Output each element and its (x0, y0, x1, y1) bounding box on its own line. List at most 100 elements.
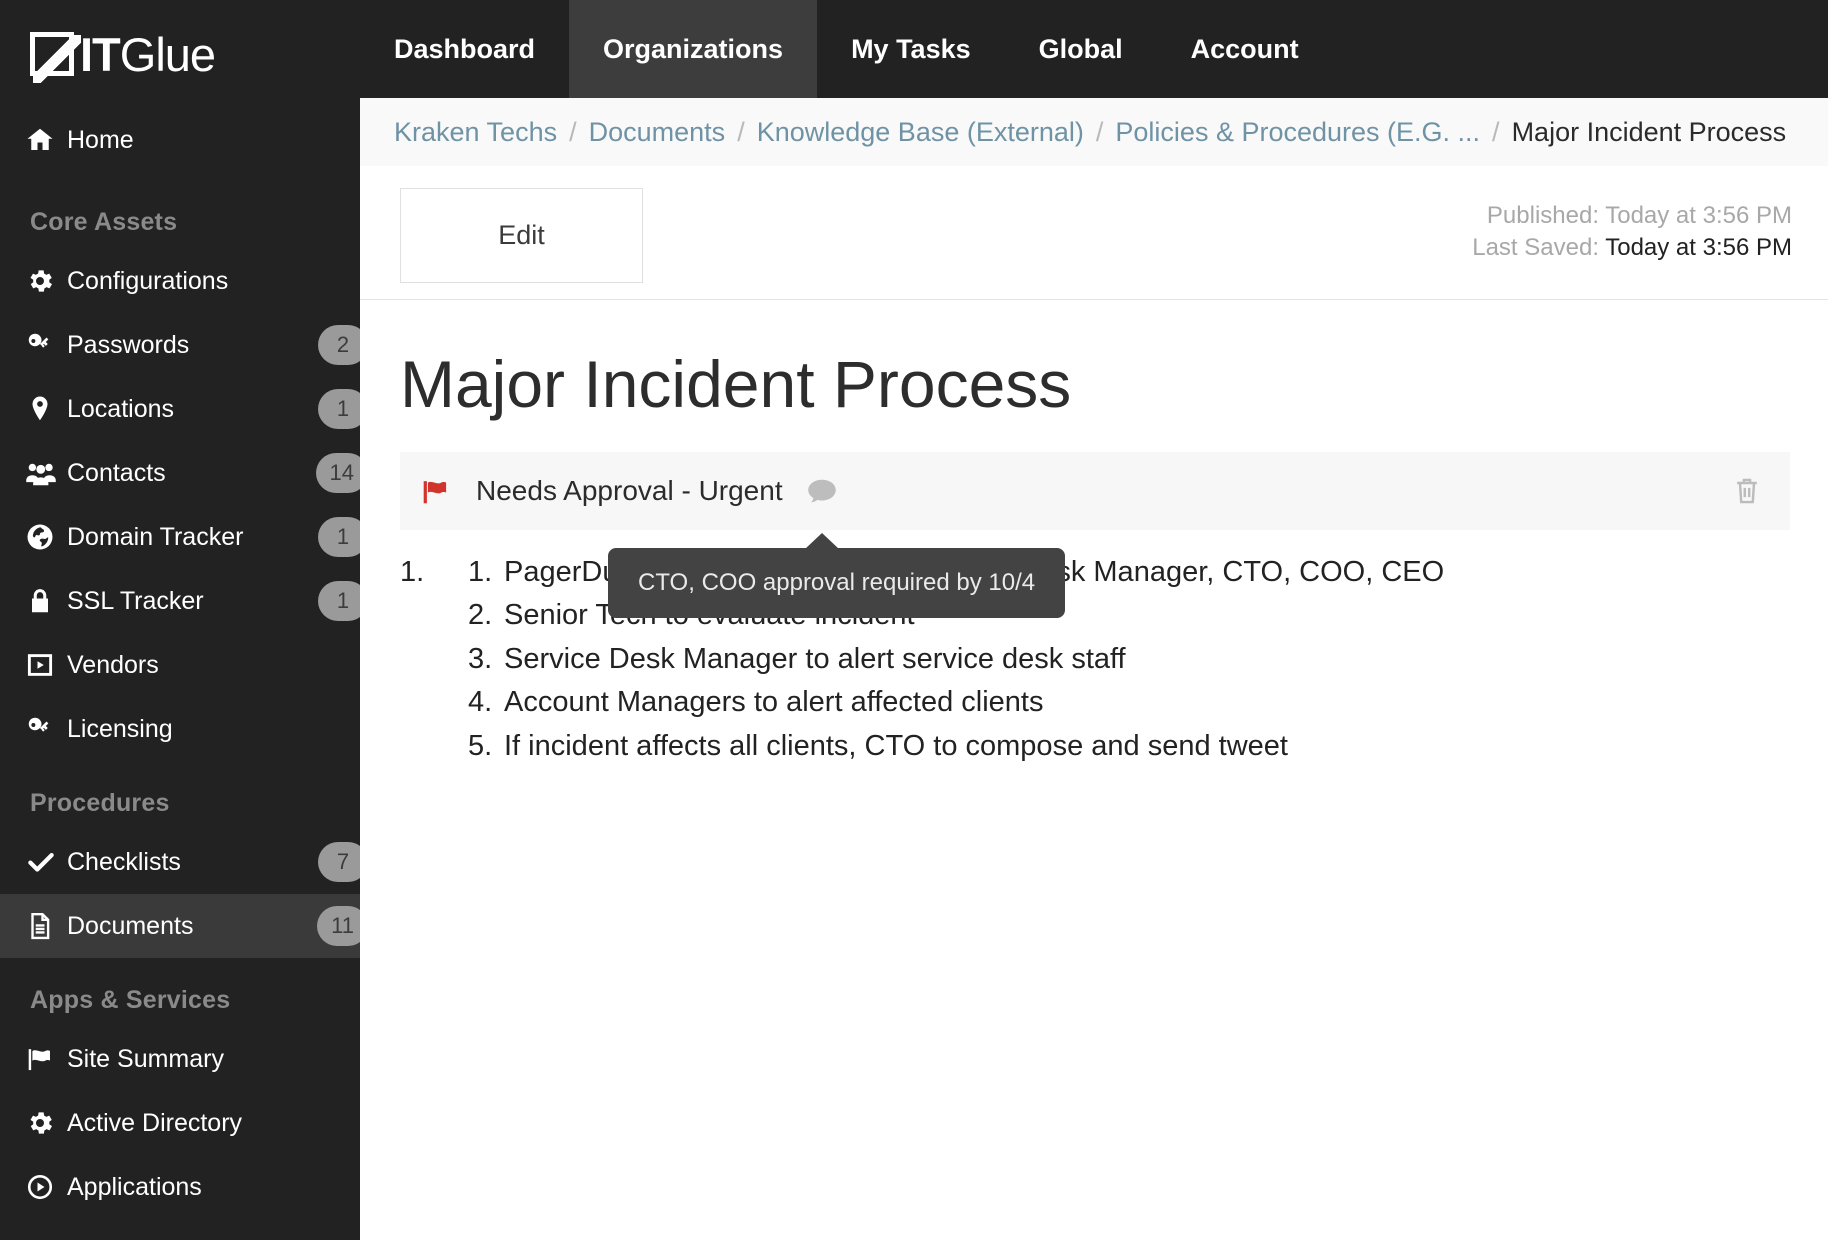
sidebar-badge-domain-tracker: 1 (318, 517, 360, 557)
step-text: Service Desk Manager to alert service de… (504, 643, 1126, 675)
sidebar-item-label: Passwords (67, 331, 189, 360)
sidebar-item-site-summary[interactable]: Site Summary (0, 1027, 360, 1091)
document-timestamps: Published: Today at 3:56 PM Last Saved: … (1472, 200, 1792, 264)
topnav-item-organizations[interactable]: Organizations (569, 0, 817, 98)
play-square-icon (25, 650, 67, 680)
sidebar-item-ssl-tracker[interactable]: SSL Tracker 1 (0, 569, 360, 633)
gear-icon (25, 266, 67, 296)
sidebar-badge-ssl-tracker: 1 (318, 581, 360, 621)
sidebar-item-checklists[interactable]: Checklists 7 (0, 830, 360, 894)
sidebar-item-home[interactable]: Home (0, 108, 360, 172)
breadcrumb-item-knowledge-base[interactable]: Knowledge Base (External) (757, 117, 1084, 148)
sidebar-item-label: Vendors (67, 651, 159, 680)
breadcrumb-item-current: Major Incident Process (1512, 117, 1787, 148)
sidebar-item-label: Licensing (67, 715, 173, 744)
step-marker: 1. (468, 556, 504, 588)
key-icon (25, 714, 67, 744)
step-marker: 5. (468, 730, 504, 762)
topnav-item-account[interactable]: Account (1157, 0, 1333, 98)
approval-tooltip: CTO, COO approval required by 10/4 (608, 548, 1065, 618)
people-icon (25, 458, 67, 488)
breadcrumb-item-organization[interactable]: Kraken Techs (394, 117, 557, 148)
sidebar-item-label: Domain Tracker (67, 523, 243, 552)
itglue-logo-text: ITGlue (80, 31, 215, 78)
procedure-list: 1. 1. PagerDuty to alert Senior Tech, Se… (360, 556, 1828, 773)
sidebar-item-active-directory[interactable]: Active Directory (0, 1091, 360, 1155)
sidebar-section-core-assets: Core Assets (0, 180, 360, 249)
sidebar-item-label: Email (67, 1237, 130, 1240)
trash-icon[interactable] (1732, 475, 1762, 507)
sidebar-item-contacts[interactable]: Contacts 14 (0, 441, 360, 505)
sidebar-item-label: Home (67, 126, 134, 155)
sidebar-badge-documents: 11 (317, 906, 360, 946)
check-icon (25, 847, 67, 877)
topnav-item-global[interactable]: Global (1005, 0, 1157, 98)
sidebar-item-label: Contacts (67, 459, 166, 488)
last-saved-value: Today at 3:56 PM (1605, 234, 1792, 261)
sidebar-item-domain-tracker[interactable]: Domain Tracker 1 (0, 505, 360, 569)
app-root: ITGlue Home Core Assets Configurations P… (0, 0, 1828, 1240)
flag-icon (25, 1044, 67, 1074)
sidebar-item-label: Configurations (67, 267, 228, 296)
breadcrumb-item-policies-procedures[interactable]: Policies & Procedures (E.G. ... (1115, 117, 1480, 148)
breadcrumb-item-documents[interactable]: Documents (589, 117, 726, 148)
sidebar-badge-contacts: 14 (316, 453, 360, 493)
list-item: 4. Account Managers to alert affected cl… (468, 686, 1828, 718)
approval-flag-bar: Needs Approval - Urgent (400, 452, 1790, 530)
last-saved-label: Last Saved: (1472, 234, 1599, 261)
itglue-logo-mark (30, 32, 74, 76)
sidebar-badge-locations: 1 (318, 389, 360, 429)
document-icon (25, 911, 67, 941)
play-circle-icon (25, 1172, 67, 1202)
outer-list-marker: 1. (400, 556, 468, 589)
step-marker: 2. (468, 599, 504, 631)
sidebar: ITGlue Home Core Assets Configurations P… (0, 0, 360, 1240)
published-row: Published: Today at 3:56 PM (1472, 200, 1792, 232)
published-label: Published: (1487, 202, 1599, 229)
sidebar-section-apps-services: Apps & Services (0, 958, 360, 1027)
sidebar-item-label: Locations (67, 395, 174, 424)
sidebar-item-documents[interactable]: Documents 11 (0, 894, 360, 958)
sidebar-item-label: Documents (67, 912, 193, 941)
key-icon (25, 330, 67, 360)
brand-logo[interactable]: ITGlue (0, 0, 360, 108)
step-marker: 4. (468, 686, 504, 718)
sidebar-item-passwords[interactable]: Passwords 2 (0, 313, 360, 377)
sidebar-item-applications[interactable]: Applications (0, 1155, 360, 1219)
breadcrumb: Kraken Techs / Documents / Knowledge Bas… (360, 98, 1828, 166)
sidebar-item-locations[interactable]: Locations 1 (0, 377, 360, 441)
top-navigation-bar: Dashboard Organizations My Tasks Global … (360, 0, 1828, 98)
sidebar-item-configurations[interactable]: Configurations (0, 249, 360, 313)
map-pin-icon (25, 394, 67, 424)
topnav-item-my-tasks[interactable]: My Tasks (817, 0, 1005, 98)
edit-button[interactable]: Edit (400, 188, 643, 283)
home-icon (25, 125, 67, 155)
sidebar-item-label: Site Summary (67, 1045, 224, 1074)
red-flag-icon (420, 476, 452, 506)
lock-icon (25, 586, 67, 616)
breadcrumb-separator: / (1480, 117, 1512, 148)
sidebar-item-label: Checklists (67, 848, 181, 877)
breadcrumb-separator: / (557, 117, 589, 148)
top-nav-list: Dashboard Organizations My Tasks Global … (360, 0, 1828, 98)
breadcrumb-separator: / (725, 117, 757, 148)
sidebar-item-vendors[interactable]: Vendors (0, 633, 360, 697)
last-saved-row: Last Saved: Today at 3:56 PM (1472, 232, 1792, 264)
sidebar-item-label: Applications (67, 1173, 202, 1202)
document-body: Major Incident Process Needs Approval - … (360, 300, 1828, 773)
step-marker: 3. (468, 643, 504, 675)
sidebar-section-procedures: Procedures (0, 761, 360, 830)
list-item: 3. Service Desk Manager to alert service… (468, 643, 1828, 675)
sidebar-item-label: Active Directory (67, 1109, 242, 1138)
comment-bubble-icon[interactable] (805, 476, 839, 506)
sidebar-badge-passwords: 2 (318, 325, 360, 365)
published-value: Today at 3:56 PM (1605, 202, 1792, 229)
sidebar-item-email[interactable]: Email (0, 1219, 360, 1240)
logo-text-light: Glue (120, 28, 215, 81)
step-text: If incident affects all clients, CTO to … (504, 730, 1288, 762)
sidebar-item-label: SSL Tracker (67, 587, 204, 616)
sidebar-item-licensing[interactable]: Licensing (0, 697, 360, 761)
document-action-bar: Edit Published: Today at 3:56 PM Last Sa… (360, 166, 1828, 300)
gear-icon (25, 1108, 67, 1138)
topnav-item-dashboard[interactable]: Dashboard (360, 0, 569, 98)
